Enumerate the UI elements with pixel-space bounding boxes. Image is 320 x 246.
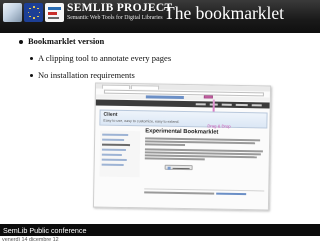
bullet-dot-icon [19, 40, 23, 44]
bullet-main: Bookmarklet version [28, 36, 105, 46]
footer-text [144, 191, 215, 195]
footer-link [216, 192, 247, 195]
fp7-logo-icon [45, 3, 64, 22]
bullet-dot-icon [30, 57, 33, 60]
conference-label: SemLib Public conference [3, 225, 87, 235]
client-title: Client [103, 111, 118, 118]
left-nav [99, 130, 141, 178]
slide-header: SEMLIB PROJECT Semantic Web Tools for Di… [0, 0, 320, 33]
brand-subtitle: Semantic Web Tools for Digital Libraries [67, 15, 163, 21]
slide-title: The bookmarklet [164, 3, 285, 23]
browser-screenshot: Client Easy to use, easy to customize, e… [92, 82, 272, 211]
bullet-dot-icon [30, 74, 33, 77]
semlib-logo-icon [3, 3, 22, 22]
bookmarklet-target [203, 95, 213, 99]
bookmarklet-button[interactable] [164, 164, 193, 171]
divider [144, 188, 265, 191]
client-panel: Client Easy to use, easy to customize, e… [99, 109, 268, 129]
brand-title: SEMLIB PROJECT [67, 2, 173, 14]
slide-date: venerdì 14 dicembre 12 [2, 237, 59, 243]
drag-drop-label: Drag & Drop [207, 123, 231, 129]
eu-flag-icon [24, 3, 43, 22]
bullet-sub-1: A clipping tool to annotate every pages [38, 53, 172, 63]
client-subtitle: Easy to use, easy to customize, easy to … [103, 118, 180, 124]
footer-bar: SemLib Public conference [0, 224, 320, 236]
experimental-title: Experimental Bookmarklet [145, 128, 219, 136]
bullet-sub-2: No installation requirements [38, 70, 135, 80]
